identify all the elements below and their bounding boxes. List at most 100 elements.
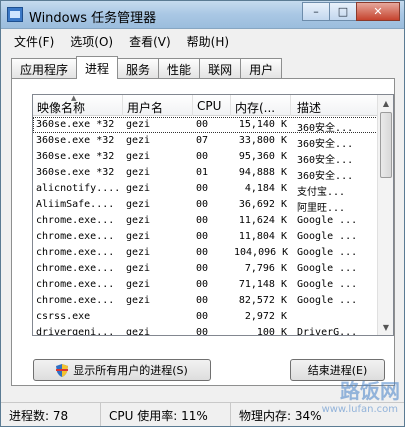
process-memory: 11,804 K [238, 231, 287, 242]
window-title: Windows 任务管理器 [29, 11, 157, 26]
table-row[interactable]: chrome.exe... gezi 00 82,572 K Google ... [33, 293, 378, 309]
process-cpu: 00 [196, 151, 209, 162]
scroll-up-icon[interactable]: ▲ [378, 95, 393, 111]
process-description: 支付宝... [297, 187, 346, 197]
scroll-down-icon[interactable]: ▼ [378, 319, 393, 335]
process-user: gezi [126, 135, 151, 146]
table-row[interactable]: 360se.exe *32 gezi 00 95,360 K 360安全... [33, 149, 378, 165]
process-memory: 15,140 K [238, 119, 287, 130]
process-memory: 2,972 K [244, 311, 287, 322]
window-controls: – □ ✕ [302, 2, 400, 21]
process-description: Google ... [297, 279, 358, 290]
vertical-scrollbar[interactable]: ▲ ▼ [377, 95, 393, 335]
menu-file[interactable]: 文件(F) [9, 30, 59, 50]
close-button[interactable]: ✕ [356, 2, 400, 21]
minimize-button[interactable]: – [302, 2, 330, 21]
processes-panel: ▲ 映像名称 用户名 CPU 内存(... 描述 360se.exe *32 ge… [11, 78, 395, 386]
menu-options[interactable]: 选项(O) [65, 30, 118, 50]
uac-shield-icon [56, 363, 69, 377]
process-memory: 104,096 K [234, 247, 289, 258]
process-name: chrome.exe... [36, 279, 115, 290]
process-memory: 33,800 K [238, 135, 287, 146]
process-description: Google ... [297, 231, 358, 242]
title-bar[interactable]: Windows 任务管理器 – □ ✕ [1, 1, 404, 29]
column-description[interactable]: 描述 [291, 95, 378, 116]
process-cpu: 00 [196, 119, 209, 130]
process-name: alicnotify.... [36, 183, 121, 194]
process-cpu: 00 [196, 295, 209, 306]
column-image-name[interactable]: ▲ 映像名称 [33, 95, 123, 116]
task-manager-window: Windows 任务管理器 – □ ✕ 文件(F) 选项(O) 查看(V) 帮助… [0, 0, 405, 427]
process-cpu: 01 [196, 167, 209, 178]
maximize-button[interactable]: □ [329, 2, 357, 21]
process-cpu: 00 [196, 231, 209, 242]
tab-performance[interactable]: 性能 [158, 58, 201, 78]
process-name: 360se.exe *32 [36, 135, 115, 146]
table-row[interactable]: AliimSafe.... gezi 00 36,692 K 阿里旺... [33, 197, 378, 213]
process-cpu: 00 [196, 327, 209, 336]
table-row[interactable]: chrome.exe... gezi 00 11,624 K Google ... [33, 213, 378, 229]
table-row[interactable]: chrome.exe... gezi 00 104,096 K Google ... [33, 245, 378, 261]
process-name: 360se.exe *32 [36, 119, 115, 130]
process-description: 360安全... [297, 139, 354, 149]
process-rows: 360se.exe *32 gezi 00 15,140 K 360安全... 360se… [33, 117, 378, 336]
show-all-users-button[interactable]: 显示所有用户的进程(S) [33, 359, 211, 381]
process-user: gezi [126, 247, 151, 258]
show-all-users-label: 显示所有用户的进程(S) [73, 364, 188, 377]
table-row[interactable]: 360se.exe *32 gezi 00 15,140 K 360安全... [33, 117, 378, 133]
process-name: chrome.exe... [36, 215, 115, 226]
tab-networking[interactable]: 联网 [199, 58, 242, 78]
process-cpu: 00 [196, 279, 209, 290]
table-row[interactable]: chrome.exe... gezi 00 71,148 K Google ... [33, 277, 378, 293]
process-user: gezi [126, 295, 151, 306]
table-row[interactable]: csrss.exe 00 2,972 K [33, 309, 378, 325]
process-description: Google ... [297, 263, 358, 274]
sort-ascending-icon: ▲ [71, 95, 77, 102]
menu-view[interactable]: 查看(V) [124, 30, 176, 50]
process-name: chrome.exe... [36, 295, 115, 306]
process-user: gezi [126, 167, 151, 178]
process-description: Google ... [297, 215, 358, 226]
process-memory: 71,148 K [238, 279, 287, 290]
process-user: gezi [126, 215, 151, 226]
process-cpu: 00 [196, 247, 209, 258]
table-row[interactable]: chrome.exe... gezi 00 7,796 K Google ... [33, 261, 378, 277]
process-cpu: 00 [196, 311, 209, 322]
process-description: 360安全... [297, 171, 354, 181]
process-memory: 36,692 K [238, 199, 287, 210]
tab-strip: 应用程序 进程 服务 性能 联网 用户 [11, 56, 283, 79]
watermark-url: www.lufan.com [321, 404, 398, 415]
column-memory[interactable]: 内存(... [231, 95, 291, 116]
process-cpu: 00 [196, 215, 209, 226]
process-user [123, 309, 193, 325]
process-name: chrome.exe... [36, 247, 115, 258]
process-name: 360se.exe *32 [36, 167, 115, 178]
table-row[interactable]: drivergeni... gezi 00 100 K DriverG... [33, 325, 378, 336]
table-row[interactable]: 360se.exe *32 gezi 07 33,800 K 360安全... [33, 133, 378, 149]
process-name: drivergeni... [36, 327, 115, 336]
process-name: chrome.exe... [36, 263, 115, 274]
table-row[interactable]: chrome.exe... gezi 00 11,804 K Google ... [33, 229, 378, 245]
process-memory: 100 K [256, 327, 287, 336]
process-description: 360安全... [297, 123, 354, 133]
tab-services[interactable]: 服务 [117, 58, 160, 78]
process-user: gezi [126, 119, 151, 130]
process-memory: 94,888 K [238, 167, 287, 178]
process-user: gezi [126, 231, 151, 242]
process-user: gezi [126, 183, 151, 194]
scroll-thumb[interactable] [380, 112, 392, 178]
table-row[interactable]: alicnotify.... gezi 00 4,184 K 支付宝... [33, 181, 378, 197]
process-user: gezi [126, 199, 151, 210]
tab-applications[interactable]: 应用程序 [11, 58, 78, 78]
menu-help[interactable]: 帮助(H) [182, 30, 234, 50]
process-user: gezi [126, 279, 151, 290]
column-user-name[interactable]: 用户名 [123, 95, 193, 116]
process-list[interactable]: ▲ 映像名称 用户名 CPU 内存(... 描述 360se.exe *32 ge… [32, 94, 394, 336]
process-description: 阿里旺... [297, 203, 346, 213]
table-row[interactable]: 360se.exe *32 gezi 01 94,888 K 360安全... [33, 165, 378, 181]
process-name: AliimSafe.... [36, 199, 115, 210]
tab-processes[interactable]: 进程 [76, 56, 119, 79]
column-cpu[interactable]: CPU [193, 95, 231, 116]
tab-users[interactable]: 用户 [240, 58, 283, 78]
process-user: gezi [126, 263, 151, 274]
